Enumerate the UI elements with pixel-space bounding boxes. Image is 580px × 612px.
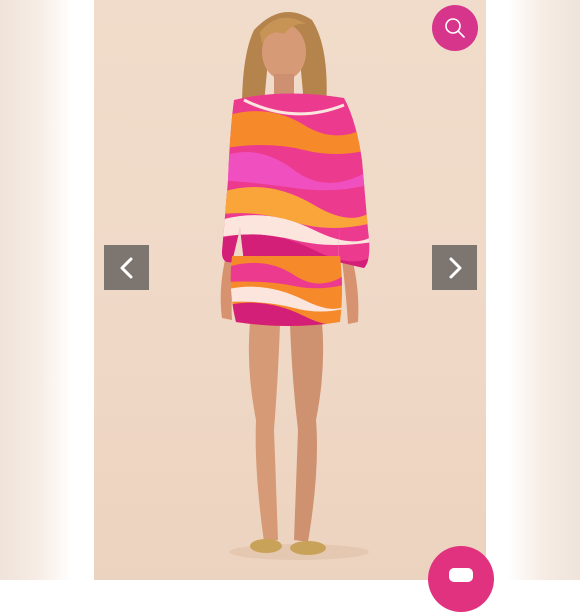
chevron-right-icon — [449, 257, 461, 278]
chevron-left-icon — [120, 257, 132, 278]
zoom-button[interactable] — [432, 5, 478, 51]
next-image-button[interactable] — [432, 245, 477, 290]
right-margin — [508, 0, 580, 580]
chat-button[interactable] — [428, 546, 494, 612]
previous-image-button[interactable] — [104, 245, 149, 290]
search-icon — [445, 18, 465, 38]
product-photo — [94, 0, 486, 580]
left-margin — [0, 0, 72, 580]
model-illustration — [220, 12, 370, 560]
